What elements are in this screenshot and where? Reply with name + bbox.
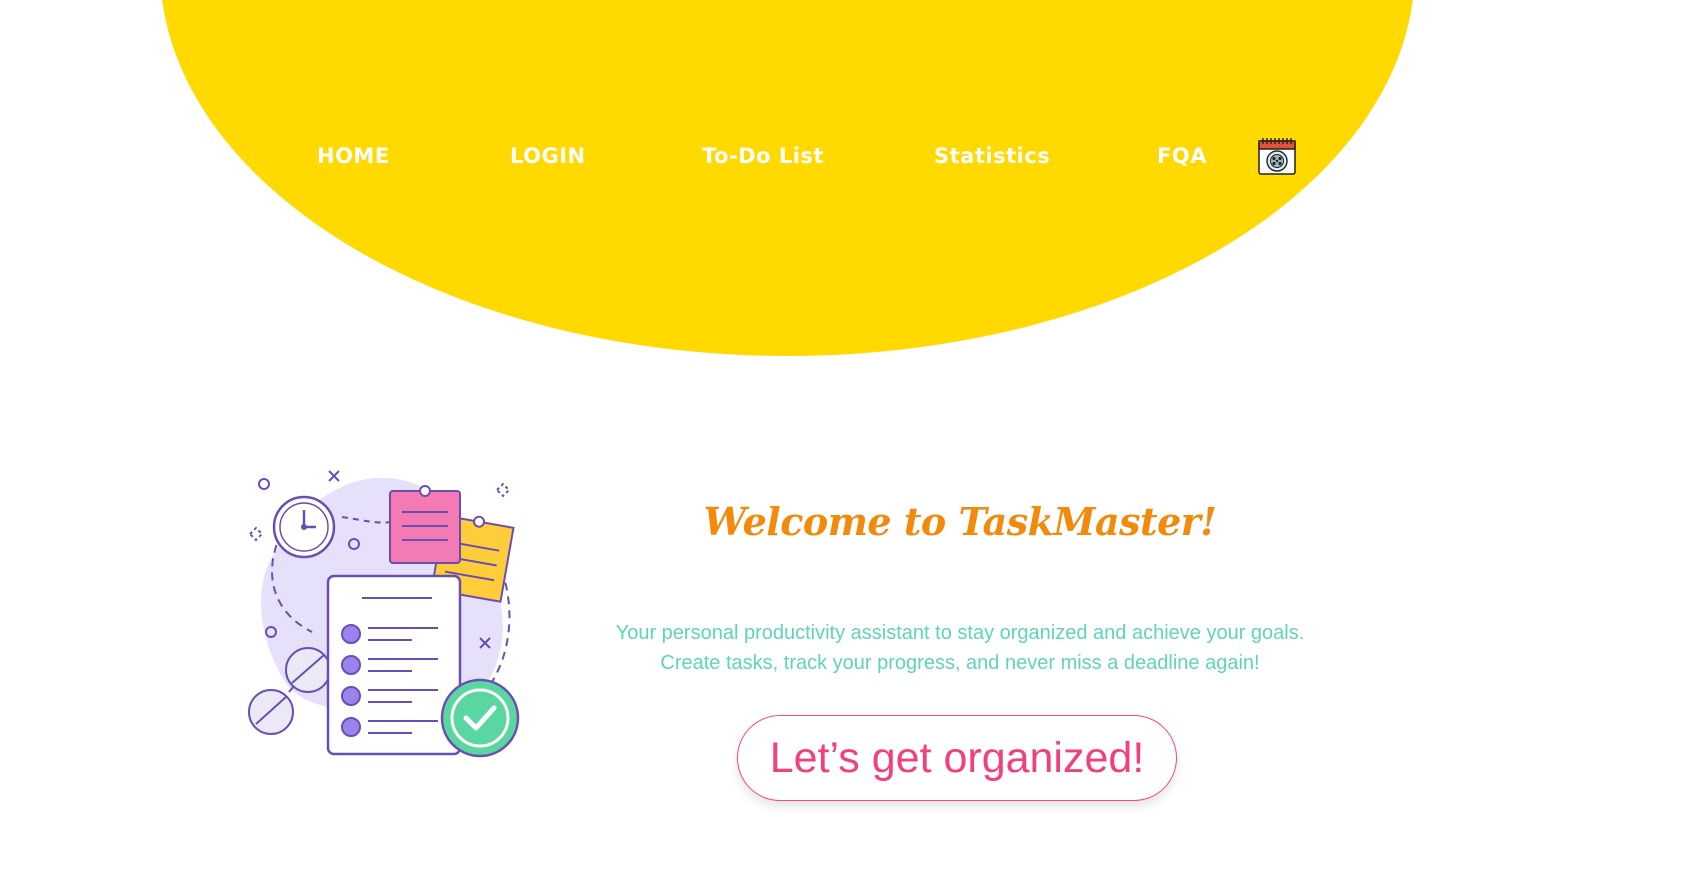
tagline: Your personal productivity assistant to … (560, 618, 1360, 678)
landing-page: HOME LOGIN To-Do List Statistics FQA Wel… (0, 0, 1695, 873)
nav-login-link[interactable]: LOGIN (510, 144, 586, 168)
nav-todo-link[interactable]: To-Do List (702, 144, 824, 168)
nav-fqa-link[interactable]: FQA (1157, 144, 1207, 168)
tagline-line-1: Your personal productivity assistant to … (615, 622, 1305, 644)
welcome-title: Welcome to TaskMaster! (703, 499, 1217, 545)
tagline-line-2: Create tasks, track your progress, and n… (660, 652, 1260, 674)
calendar-icon[interactable] (1257, 136, 1297, 176)
nav-home-link[interactable]: HOME (317, 144, 390, 168)
task-checklist-illustration (242, 462, 532, 762)
nav-statistics-link[interactable]: Statistics (934, 144, 1050, 168)
get-organized-button[interactable]: Let’s get organized! (737, 715, 1177, 801)
main-navigation: HOME LOGIN To-Do List Statistics FQA (0, 130, 1695, 186)
